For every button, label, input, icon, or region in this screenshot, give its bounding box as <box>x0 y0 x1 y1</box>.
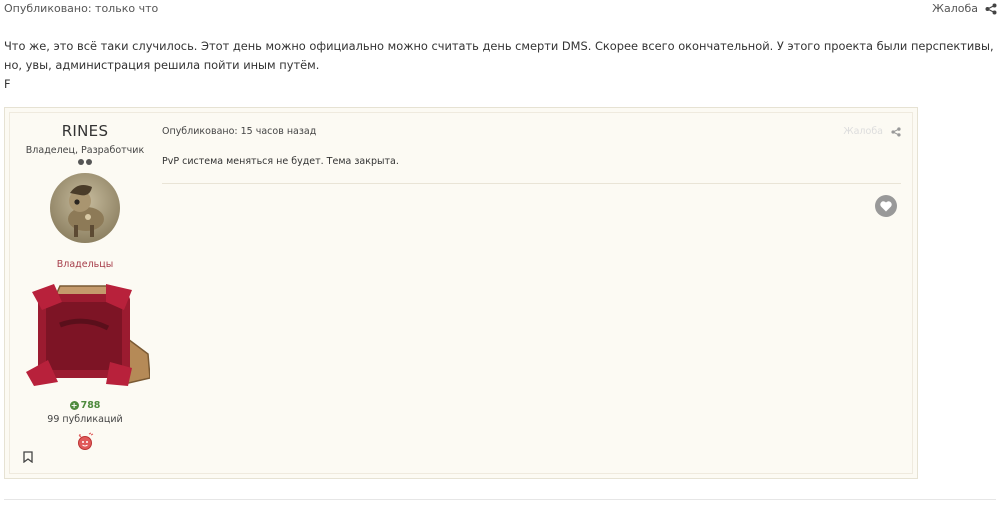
bookmark-icon[interactable] <box>23 451 33 463</box>
report-link[interactable]: Жалоба <box>932 2 978 15</box>
quoted-report-link[interactable]: Жалоба <box>843 126 883 137</box>
author-panel: RINES Владелец, Разработчик Владельцы + … <box>15 116 155 455</box>
reputation-value: 788 <box>80 400 101 411</box>
post-content: Что же, это всё таки случилось. Этот ден… <box>4 37 994 94</box>
heart-icon[interactable] <box>875 195 897 217</box>
mood-icon <box>78 432 94 450</box>
post-paragraph: Что же, это всё таки случилось. Этот ден… <box>4 39 994 72</box>
reputation-badge: +788 <box>15 400 155 411</box>
post-count: 99 публикаций <box>47 414 123 425</box>
share-icon[interactable] <box>891 127 901 137</box>
post-second-line: F <box>4 77 11 91</box>
author-title: Владелец, Разработчик <box>25 145 145 156</box>
quoted-post-text: PvP система меняться не будет. Тема закр… <box>162 156 399 167</box>
author-group: Владельцы <box>56 259 114 270</box>
plus-icon: + <box>69 401 79 410</box>
post-meta: Опубликовано: только что <box>4 2 159 15</box>
avatar[interactable] <box>50 173 120 243</box>
quoted-post: RINES Владелец, Разработчик Владельцы + … <box>4 107 918 479</box>
divider <box>162 183 901 184</box>
bottom-divider <box>4 499 996 500</box>
rank-dots <box>15 159 155 165</box>
author-name[interactable]: RINES <box>15 122 155 140</box>
badge-image <box>26 284 151 386</box>
quoted-post-meta: Опубликовано: 15 часов назад <box>162 126 317 137</box>
share-icon[interactable] <box>985 3 997 15</box>
pony-avatar-image <box>68 185 104 237</box>
